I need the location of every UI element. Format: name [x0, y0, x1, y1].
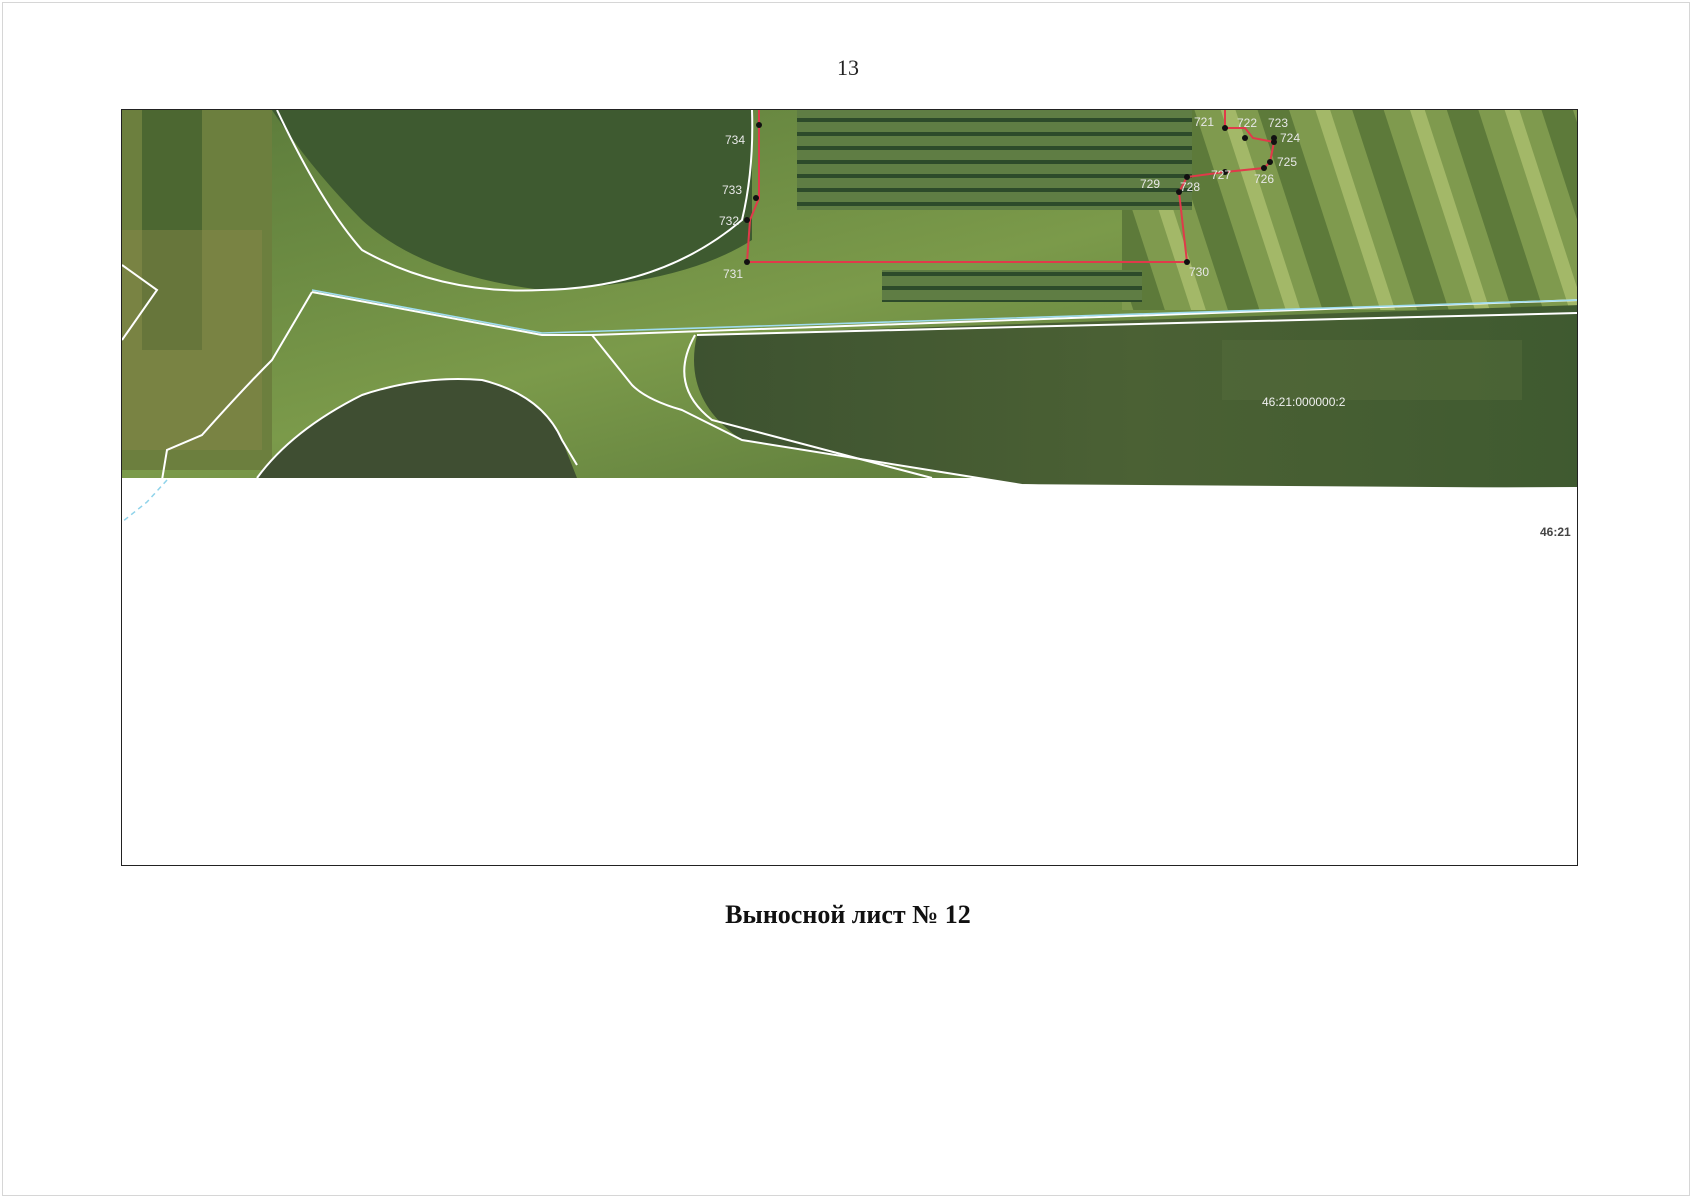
- point-726: [1261, 165, 1267, 171]
- point-734: [756, 122, 762, 128]
- point-label-723: 723: [1268, 116, 1288, 130]
- point-732: [744, 217, 750, 223]
- page-number: 13: [837, 55, 859, 80]
- point-label-727: 727: [1211, 168, 1231, 182]
- point-label-732: 732: [719, 214, 739, 228]
- point-722: [1242, 135, 1248, 141]
- point-label-730: 730: [1189, 265, 1209, 279]
- point-731: [744, 259, 750, 265]
- point-label-729: 729: [1140, 177, 1160, 191]
- point-label-731: 731: [723, 267, 743, 281]
- point-label-726: 726: [1254, 172, 1274, 186]
- point-725: [1267, 159, 1273, 165]
- sheet-caption: Выносной лист № 12: [725, 900, 971, 929]
- point-label-724: 724: [1280, 131, 1300, 145]
- point-733: [753, 195, 759, 201]
- map-canvas: 721 722 723 724 725 726 727 728 729 730 …: [122, 110, 1577, 865]
- point-label-733: 733: [722, 183, 742, 197]
- point-label-721: 721: [1194, 115, 1214, 129]
- point-721: [1222, 125, 1228, 131]
- point-label-722: 722: [1237, 116, 1257, 130]
- parcel-cadastral-number: 46:21:000000:2: [1262, 395, 1346, 409]
- map-frame: 721 722 723 724 725 726 727 728 729 730 …: [121, 109, 1578, 866]
- satellite-imagery: [122, 110, 1577, 490]
- cadastral-block-label: 46:21: [1540, 525, 1571, 539]
- point-724: [1271, 139, 1277, 145]
- point-label-728: 728: [1180, 180, 1200, 194]
- point-label-725: 725: [1277, 155, 1297, 169]
- point-label-734: 734: [725, 133, 745, 147]
